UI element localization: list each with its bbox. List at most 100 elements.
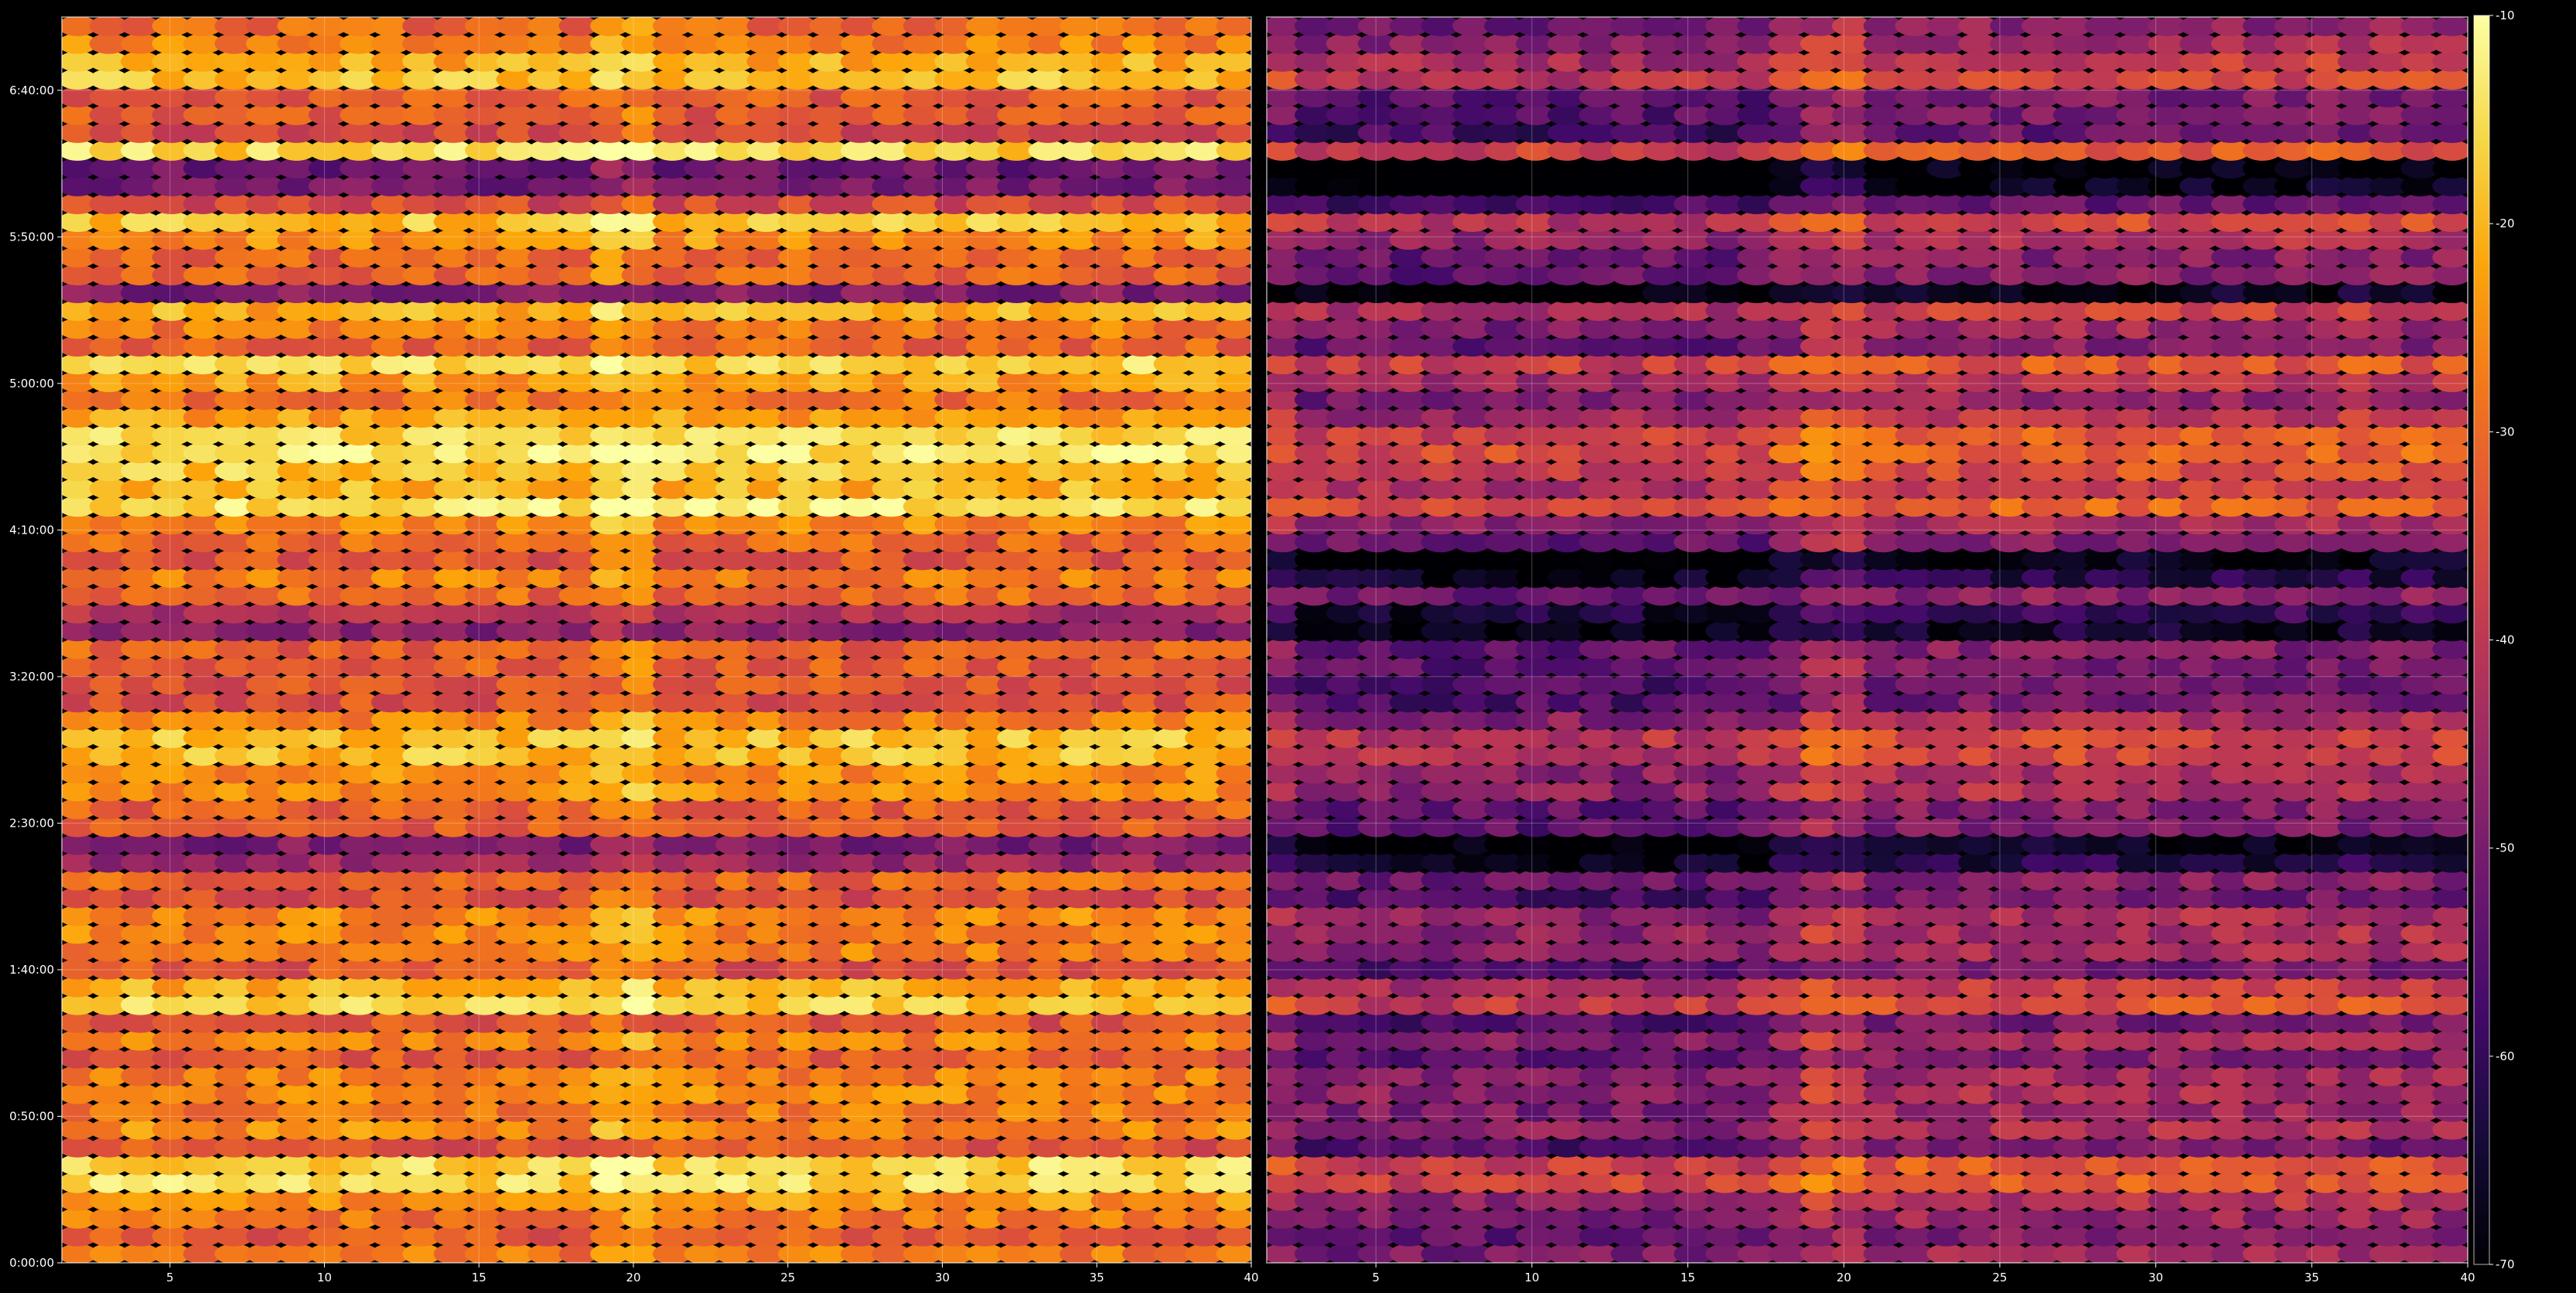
heatmap-cell [1216,17,1251,36]
heatmap-cell [1216,1190,1251,1211]
heatmap-cell [2432,869,2468,891]
heatmap-cell [1216,158,1251,179]
heatmap-cell [2432,798,2468,820]
heatmap-cell [2432,1012,2468,1033]
heatmap-cell [2432,1172,2468,1193]
heatmap-cell [2432,691,2468,713]
heatmap-cell [1216,1137,1251,1158]
heatmap-cell [2432,1048,2468,1069]
heatmap-cell [1216,389,1251,411]
heatmap-cell [1216,211,1251,232]
heatmap-cell [2432,300,2468,321]
heatmap-cell [2432,478,2468,500]
heatmap-cell [1216,264,1251,285]
heatmap-cell [2432,727,2468,749]
heatmap-cell [2432,638,2468,660]
heatmap-cell [2432,585,2468,606]
heatmap-cell [1216,318,1251,339]
heatmap-cell [2432,531,2468,553]
heatmap-cell [1216,336,1251,357]
heatmap-cell [2432,336,2468,357]
heatmap-cell [2432,851,2468,873]
heatmap-cell [1216,1012,1251,1033]
heatmap-cell [2432,407,2468,428]
heatmap-cell [2432,1208,2468,1229]
heatmap-cell [2432,513,2468,535]
heatmap-cell [2432,1030,2468,1051]
heatmap-cell [2432,977,2468,998]
heatmap-cell [1216,585,1251,606]
heatmap-cell [1216,994,1251,1015]
heatmap-cell [2432,1083,2468,1104]
heatmap-cell [2432,834,2468,855]
heatmap-cell [1216,1030,1251,1051]
heatmap-cell [1216,176,1251,196]
heatmap-cell [2432,674,2468,695]
heatmap-cell [1216,1226,1251,1247]
heatmap-cell [1216,780,1251,802]
heatmap-cell [1216,193,1251,214]
heatmap-cell [2432,567,2468,589]
heatmap-cell [1216,282,1251,303]
heatmap-cell [2432,229,2468,250]
heatmap-cell [2432,389,2468,411]
heatmap-cell [2432,371,2468,393]
heatmap-cell [1216,549,1251,571]
heatmap-cell [1216,1101,1251,1122]
heatmap-cell [1216,1155,1251,1175]
heatmap-cell [2432,460,2468,482]
heatmap-cell [2432,994,2468,1015]
heatmap-cell [2432,247,2468,268]
heatmap-cell [2432,264,2468,285]
heatmap-cell [2432,193,2468,214]
heatmap-cell [1216,353,1251,375]
heatmap-cell [2432,656,2468,677]
heatmap-cell [1216,816,1251,838]
heatmap-cell [1216,478,1251,500]
heatmap-cell [1216,959,1251,980]
right-heatmap-panel [1267,17,2468,1263]
heatmap-figure: -10-20-30-40-50-60-70 5 10 15 20 25 30 35 40 5 10… [9,9,2514,1284]
heatmap-cell [2432,1190,2468,1211]
heatmap-cell [1216,407,1251,428]
heatmap-cell [1216,51,1251,72]
heatmap-cell [1216,709,1251,731]
heatmap-cell [1216,638,1251,660]
heatmap-cell [1216,229,1251,250]
heatmap-cell [1216,620,1251,642]
heatmap-cell [2432,211,2468,232]
heatmap-cell [1216,104,1251,125]
heatmap-cell [2432,709,2468,731]
heatmap-cell [1216,442,1251,464]
heatmap-cell [1216,1244,1251,1263]
heatmap-cell [2432,549,2468,571]
heatmap-cell [1216,1048,1251,1069]
heatmap-cell [1216,1208,1251,1229]
heatmap-cell [2432,602,2468,624]
heatmap-cell [1216,674,1251,695]
heatmap-cell [1216,1083,1251,1104]
heatmap-cell [2432,1101,2468,1122]
heatmap-cell [2432,887,2468,909]
heatmap-cell [1216,69,1251,90]
heatmap-cell [1216,567,1251,589]
heatmap-cell [1216,762,1251,784]
heatmap-cell [1216,656,1251,677]
heatmap-cell [2432,816,2468,838]
heatmap-cell [1216,905,1251,926]
heatmap-cell [2432,941,2468,962]
heatmap-cell [2432,620,2468,642]
heatmap-cell [1216,1066,1251,1087]
heatmap-cell [2432,745,2468,766]
heatmap-cell [1216,941,1251,962]
heatmap-cell [2432,1066,2468,1087]
heatmap-cell [1216,247,1251,268]
heatmap-cell [1216,798,1251,820]
heatmap-cell [1216,33,1251,54]
heatmap-cell [1216,1119,1251,1140]
heatmap-cell [1216,834,1251,855]
heatmap-cell [1216,869,1251,891]
heatmap-cell [1216,745,1251,766]
heatmap-cell [2432,496,2468,517]
heatmap-cell [2432,282,2468,303]
